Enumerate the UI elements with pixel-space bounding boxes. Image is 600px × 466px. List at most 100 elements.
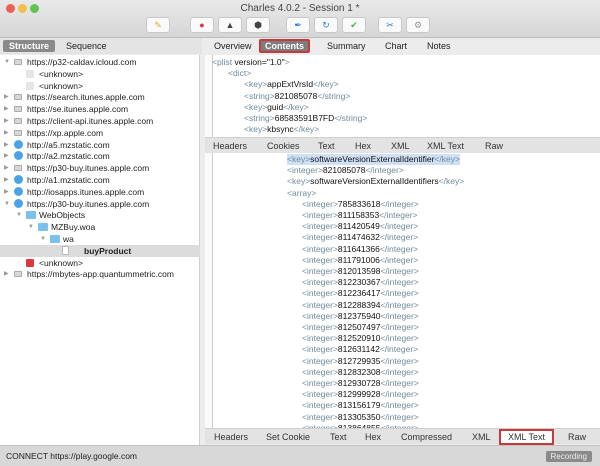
folder-icon [38,223,48,232]
xml-value: softwareVersionExternalIdentifiers [310,176,439,187]
code-line: <key>softwareVersionExternalIdentifier</… [287,154,460,165]
disclosure-closed-icon[interactable]: ▶ [4,268,9,280]
tab-headers[interactable]: Headers [214,429,248,445]
disclosure-closed-icon[interactable]: ▶ [4,115,9,127]
tab-raw[interactable]: Raw [568,429,586,445]
code-line: <integer>812832308</integer> [302,367,419,378]
toolbar-button[interactable]: ▲ [218,17,242,33]
unknown-icon [26,69,34,78]
response-xml-view[interactable]: <key>softwareVersionExternalIdentifier</… [205,153,600,428]
tab-summary[interactable]: Summary [323,39,370,53]
tree-item-label: https://p30-buy.itunes.apple.com [27,198,150,209]
toolbar-button[interactable]: ✎ [146,17,170,33]
tab-text[interactable]: Text [318,138,335,154]
tab-chart[interactable]: Chart [381,39,411,53]
request-xml-view[interactable]: <plist version="1.0"> <dict> <key>appExtVr… [205,55,600,137]
recording-badge[interactable]: Recording [545,451,592,462]
code-line: <integer>812236417</integer> [302,288,419,299]
tab-hex[interactable]: Hex [365,429,381,445]
tree-item[interactable]: ▼ https://p32-caldav.icloud.com [0,56,200,68]
xml-value: 812236417 [337,288,381,299]
disclosure-open-icon[interactable]: ▼ [4,56,10,68]
code-line: <key>kbsync</key> [244,124,319,135]
tree-item[interactable]: ▶ http://a2.mzstatic.com [0,150,200,162]
disclosure-open-icon[interactable]: ▼ [16,209,22,221]
disclosure-closed-icon[interactable]: ▶ [4,186,9,198]
xml-value: guid [267,101,284,112]
disclosure-open-icon[interactable]: ▼ [4,198,10,210]
disclosure-closed-icon[interactable]: ▶ [4,162,9,174]
tab-xml-text[interactable]: XML Text [427,138,464,154]
tab-headers[interactable]: Headers [213,138,247,154]
tab-xml[interactable]: XML [391,138,410,154]
tree-item[interactable]: ▶ https://client-api.itunes.apple.com [0,115,200,127]
tree-item[interactable]: ▼ WebObjects [0,209,200,221]
tree-item[interactable]: ▼ https://p30-buy.itunes.apple.com [0,198,200,210]
disclosure-closed-icon[interactable]: ▶ [4,139,9,151]
compose-pen-icon: ✒ [294,19,302,30]
disclosure-closed-icon[interactable]: ▶ [4,103,9,115]
folder-icon [26,211,36,220]
tree-item[interactable]: ▶ https://p30-buy.itunes.apple.com [0,162,200,174]
xml-tag-open: <integer> [302,310,338,321]
code-line: <integer>812729935</integer> [302,356,419,367]
tab-compressed[interactable]: Compressed [401,429,452,445]
tree-item[interactable]: <unknown> [0,80,200,92]
tab-overview[interactable]: Overview [210,39,256,53]
tab-sequence[interactable]: Sequence [60,40,113,52]
globe-icon [14,186,23,196]
settings-gear-icon: ⚙ [413,19,423,30]
toolbar-button[interactable]: ↻ [314,17,338,33]
tab-set-cookie[interactable]: Set Cookie [266,429,310,445]
tab-structure[interactable]: Structure [3,40,56,52]
disclosure-closed-icon[interactable]: ▶ [4,174,9,186]
toolbar-button[interactable]: ✔ [342,17,366,33]
tree-item[interactable]: ▶ https://xp.apple.com [0,127,200,139]
tab-contents[interactable]: Contents [259,39,310,53]
folder-icon [50,235,60,243]
tab-raw[interactable]: Raw [485,138,503,154]
tree-item[interactable]: <unknown> [0,257,200,269]
throttle-turtle-icon: ▲ [225,20,235,30]
tree-item[interactable]: ▼ MZBuy.woa [0,221,200,233]
toolbar-button[interactable]: ⬢ [246,17,270,33]
disclosure-closed-icon[interactable]: ▶ [4,127,9,139]
tab-text[interactable]: Text [330,429,347,445]
tab-xml-text[interactable]: XML Text [499,429,555,445]
broom-icon: ✎ [154,19,162,30]
toolbar-button[interactable]: ✒ [286,17,310,33]
disclosure-closed-icon[interactable]: ▶ [4,150,9,162]
tab-xml[interactable]: XML [472,429,491,445]
tree-item[interactable]: ▼ wa [0,233,200,245]
xml-value: 811158353 [337,210,380,220]
xml-tag-open: <integer> [302,266,338,276]
disclosure-open-icon[interactable]: ▼ [28,221,34,233]
xml-tag-open: <integer> [302,210,338,220]
disclosure-closed-icon[interactable]: ▶ [4,91,9,103]
tree-item[interactable]: ▶ http://a1.mzstatic.com [0,174,200,186]
tree-item[interactable]: ▶ https://se.itunes.apple.com [0,103,200,115]
tree-item[interactable]: ▶ https://search.itunes.apple.com [0,91,200,103]
xml-tag-close: </integer> [379,210,418,220]
xml-tag-close: </integer> [379,344,419,355]
toolbar-button[interactable]: ⚙ [406,17,430,33]
tree-item[interactable]: <unknown> [0,68,200,80]
xml-value: version="1.0" [234,57,285,67]
tab-notes[interactable]: Notes [423,39,455,53]
tree-item-label: buyProduct [84,245,132,256]
tree-item[interactable]: ▶ http://iosapps.itunes.apple.com [0,186,200,198]
tree-item[interactable]: ▶ https://mbytes-app.quantummetric.com [0,268,200,280]
xml-tag-open: <plist [212,57,235,67]
toolbar-button[interactable]: ● [190,17,214,33]
tree-item-label: http://iosapps.itunes.apple.com [27,186,145,197]
structure-tree[interactable]: ▼ https://p32-caldav.icloud.com <unknown> <… [0,55,200,445]
toolbar-button[interactable]: ✂ [378,17,402,33]
tab-cookies[interactable]: Cookies [267,138,300,154]
xml-value: 821085078 [322,165,366,176]
tree-item[interactable]: ▶ http://a5.mzstatic.com [0,139,200,151]
tree-item[interactable]: buyProduct [0,244,200,257]
xml-tag-open: <integer> [302,277,338,288]
tab-hex[interactable]: Hex [355,138,371,154]
lock-icon [14,118,22,124]
disclosure-open-icon[interactable]: ▼ [40,233,46,245]
